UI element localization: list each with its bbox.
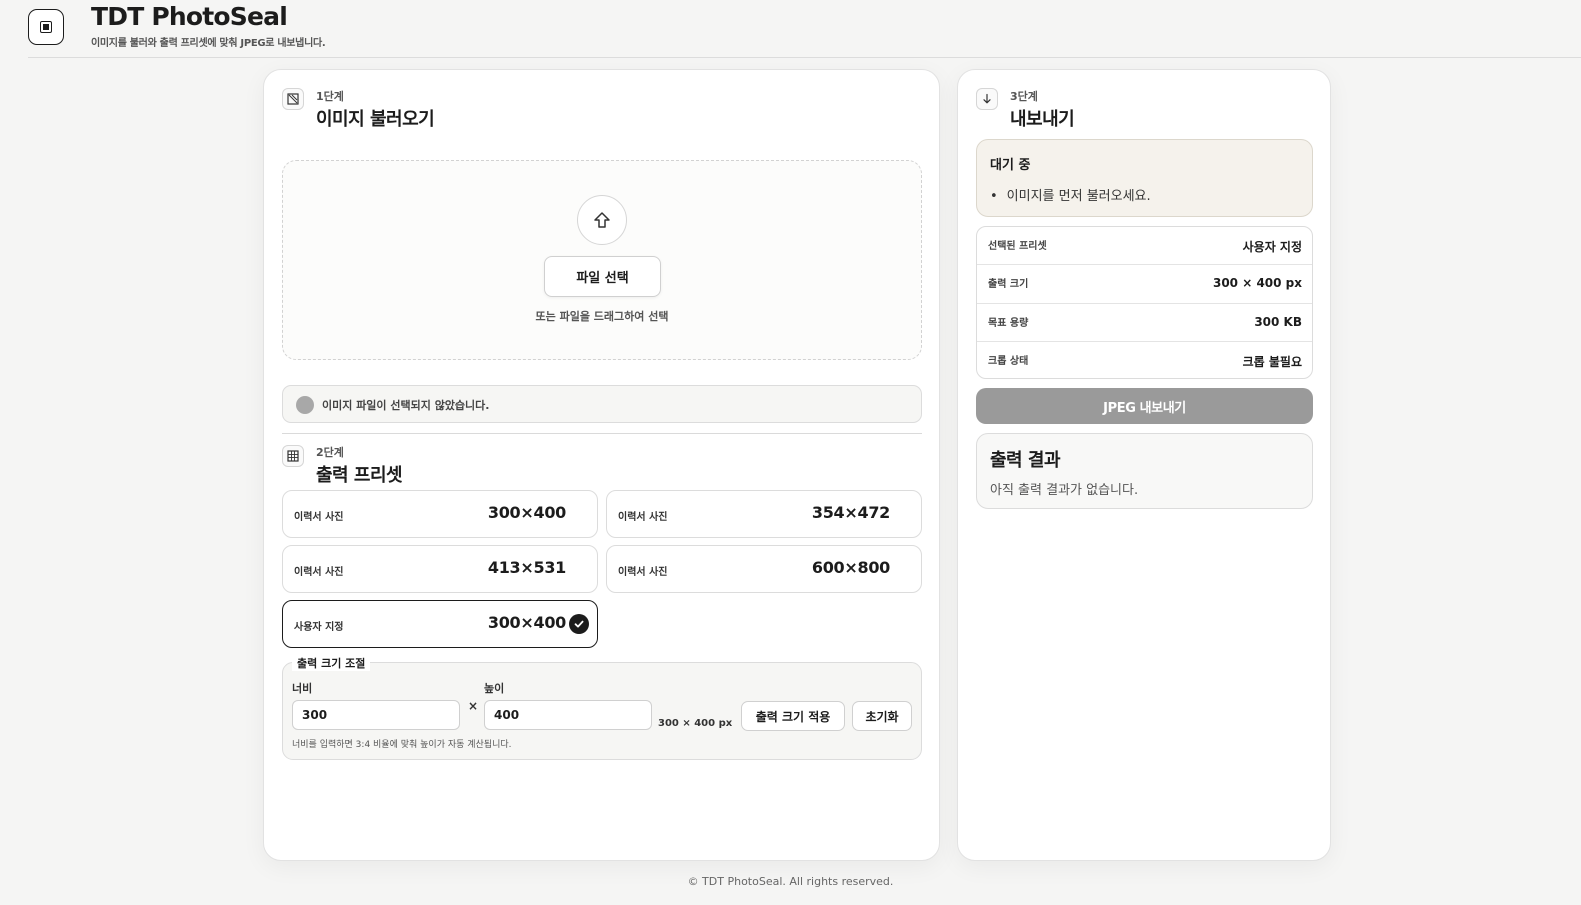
waiting-title: 대기 중	[990, 158, 1031, 173]
export-panel: 3단계 내보내기 대기 중 이미지를 먼저 불러오세요. 선택된 프리셋 사용자…	[957, 69, 1331, 861]
footer: © TDT PhotoSeal. All rights reserved.	[687, 875, 894, 888]
preset-size: 300×400	[487, 503, 566, 522]
main-panel: 1단계 이미지 불러오기 파일 선택 또는 파일을 드래그하여 선택 이미지 파…	[263, 69, 940, 861]
preset-size: 300×400	[487, 613, 566, 632]
waiting-item: 이미지를 먼저 불러오세요.	[990, 185, 1151, 204]
info-key: 출력 크기	[988, 279, 1029, 291]
preset-resume-413x531[interactable]: 이력서 사진 413×531	[282, 545, 598, 593]
preset-size: 413×531	[487, 558, 566, 577]
preset-label: 이력서 사진	[618, 512, 668, 523]
check-icon	[569, 614, 589, 634]
size-adjust-panel: 출력 크기 조절 너비 × 높이 300 × 400 px 출력 크기 적용 초…	[282, 655, 922, 760]
reset-button[interactable]: 초기화	[852, 701, 912, 731]
preset-resume-300x400[interactable]: 이력서 사진 300×400	[282, 490, 598, 538]
jpeg-export-button[interactable]: JPEG 내보내기	[976, 388, 1313, 424]
info-key: 크롭 상태	[988, 355, 1029, 367]
info-row: 선택된 프리셋 사용자 지정	[977, 227, 1312, 266]
preset-resume-354x472[interactable]: 이력서 사진 354×472	[606, 490, 922, 538]
info-value: 300 × 400 px	[1212, 276, 1302, 291]
step3-label: 3단계	[1010, 90, 1038, 103]
info-row: 목표 용량 300 KB	[977, 304, 1312, 342]
status-dot-icon	[296, 396, 314, 414]
preset-label: 이력서 사진	[294, 512, 344, 523]
download-arrow-icon	[976, 88, 998, 110]
app-logo-icon	[28, 9, 64, 45]
info-value: 사용자 지정	[1242, 240, 1302, 254]
file-dropzone[interactable]: 파일 선택 또는 파일을 드래그하여 선택	[282, 160, 922, 360]
info-value: 300 KB	[1254, 314, 1302, 329]
preset-label: 이력서 사진	[618, 567, 668, 578]
image-icon	[282, 88, 304, 110]
size-adjust-hint: 너비를 입력하면 3:4 비율에 맞춰 높이가 자동 계산됩니다.	[292, 740, 512, 750]
upload-arrow-icon	[577, 195, 627, 245]
info-row: 출력 크기 300 × 400 px	[977, 265, 1312, 304]
width-label: 너비	[292, 682, 313, 695]
size-adjust-legend: 출력 크기 조절	[292, 655, 371, 671]
export-info-table: 선택된 프리셋 사용자 지정 출력 크기 300 × 400 px 목표 용량 …	[976, 226, 1313, 379]
size-readout: 300 × 400 px	[658, 718, 733, 729]
info-key: 선택된 프리셋	[988, 241, 1047, 252]
app-title: TDT PhotoSeal	[91, 2, 288, 31]
height-input[interactable]	[484, 700, 652, 730]
app-subtitle: 이미지를 불러와 출력 프리셋에 맞춰 JPEG로 내보냅니다.	[91, 38, 326, 49]
info-key: 목표 용량	[988, 317, 1029, 329]
preset-label: 사용자 지정	[294, 622, 344, 633]
step3-title: 내보내기	[1010, 109, 1075, 130]
step1-label: 1단계	[316, 90, 344, 103]
grid-icon	[282, 445, 304, 467]
preset-resume-600x800[interactable]: 이력서 사진 600×800	[606, 545, 922, 593]
times-sign: ×	[468, 699, 479, 713]
drop-hint: 또는 파일을 드래그하여 선택	[535, 310, 669, 323]
step1-title: 이미지 불러오기	[316, 109, 435, 130]
preset-custom[interactable]: 사용자 지정 300×400	[282, 600, 598, 648]
preset-size: 354×472	[811, 503, 890, 522]
step2-label: 2단계	[316, 446, 344, 459]
status-text: 이미지 파일이 선택되지 않았습니다.	[322, 399, 490, 412]
file-status: 이미지 파일이 선택되지 않았습니다.	[282, 385, 922, 423]
app-header: TDT PhotoSeal 이미지를 불러와 출력 프리셋에 맞춰 JPEG로 …	[28, 0, 1581, 58]
info-row: 크롭 상태 크롭 불필요	[977, 342, 1312, 378]
waiting-status: 대기 중 이미지를 먼저 불러오세요.	[976, 139, 1313, 217]
output-result: 출력 결과 아직 출력 결과가 없습니다.	[976, 433, 1313, 509]
divider	[282, 433, 922, 434]
result-text: 아직 출력 결과가 없습니다.	[990, 483, 1139, 498]
apply-size-button[interactable]: 출력 크기 적용	[741, 701, 845, 731]
width-input[interactable]	[292, 700, 460, 730]
step2-title: 출력 프리셋	[316, 465, 403, 486]
height-label: 높이	[484, 682, 505, 695]
preset-size: 600×800	[811, 558, 890, 577]
file-select-button[interactable]: 파일 선택	[544, 256, 661, 297]
result-title: 출력 결과	[990, 450, 1061, 471]
preset-label: 이력서 사진	[294, 567, 344, 578]
info-value: 크롭 불필요	[1242, 354, 1302, 369]
